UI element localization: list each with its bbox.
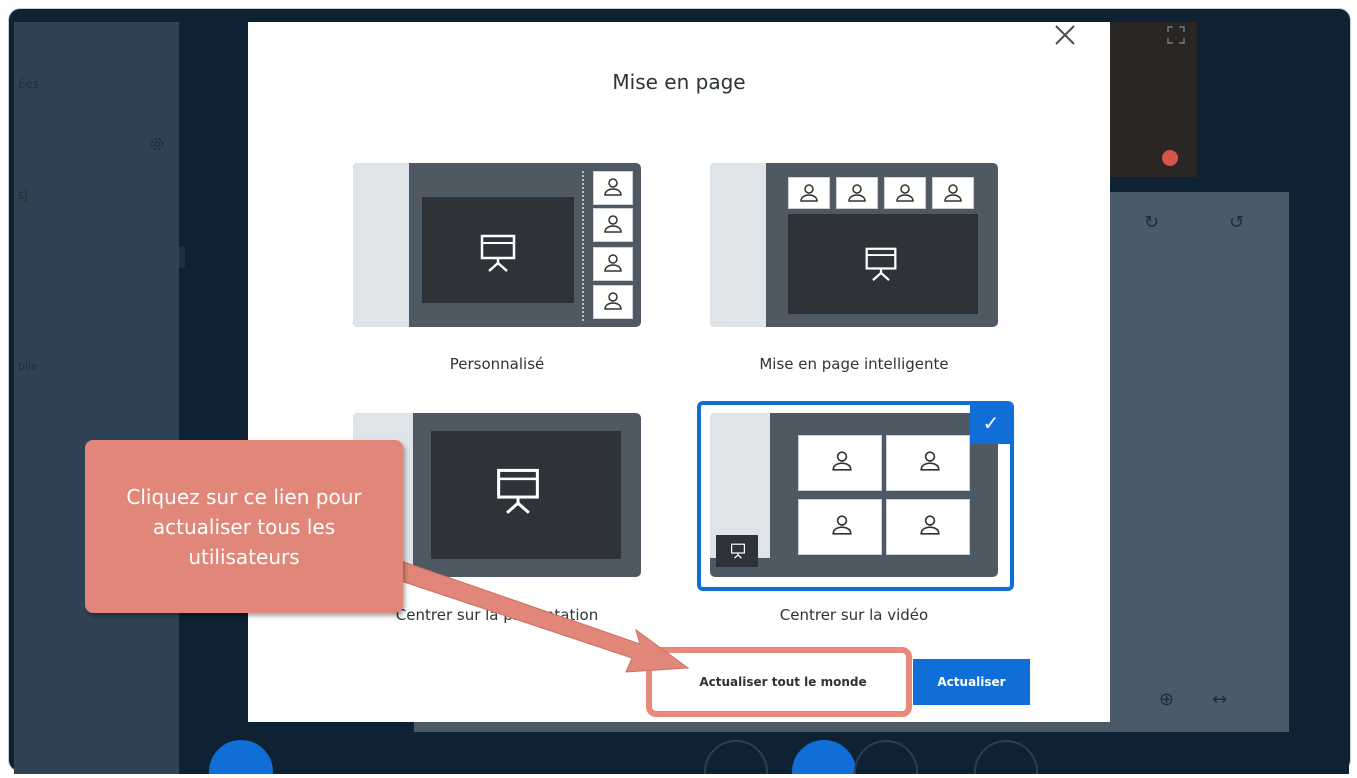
callout-arrow xyxy=(391,559,690,673)
callout-text: Cliquez sur ce lien pour actualiser tous… xyxy=(126,484,362,569)
tutorial-callout: Cliquez sur ce lien pour actualiser tous… xyxy=(85,440,403,613)
